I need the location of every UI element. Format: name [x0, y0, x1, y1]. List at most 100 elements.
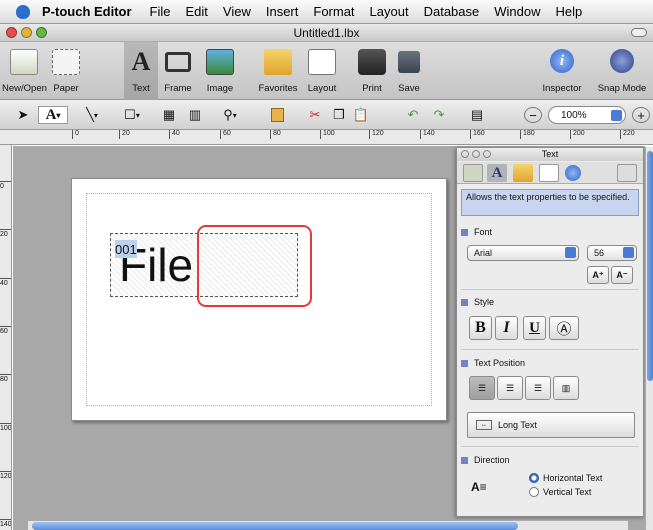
- tab-info-icon[interactable]: [565, 165, 581, 181]
- menu-format[interactable]: Format: [313, 4, 354, 19]
- tab-text-icon[interactable]: A: [487, 164, 507, 182]
- minimize-window-icon[interactable]: [21, 27, 32, 38]
- apple-logo-icon[interactable]: [16, 4, 30, 19]
- justify-button[interactable]: ▥: [553, 376, 579, 400]
- print-button[interactable]: Print: [355, 42, 389, 100]
- main-toolbar: New/Open Paper A Text Frame Image Favori…: [0, 42, 653, 100]
- close-panel-icon[interactable]: [461, 150, 469, 158]
- zoom-panel-icon[interactable]: [483, 150, 491, 158]
- increase-font-size-button[interactable]: A⁺: [587, 266, 609, 284]
- copy-button[interactable]: ❐: [330, 106, 348, 124]
- toolbar-toggle-icon[interactable]: [631, 28, 647, 37]
- menu-layout[interactable]: Layout: [370, 4, 409, 19]
- paste-button[interactable]: 📋: [352, 106, 370, 124]
- image-button[interactable]: Image: [200, 42, 240, 100]
- menu-app-name[interactable]: P-touch Editor: [42, 4, 132, 19]
- menu-database[interactable]: Database: [424, 4, 480, 19]
- zoom-select[interactable]: 100%: [548, 106, 626, 124]
- align-left-icon: ☰: [477, 382, 487, 393]
- bold-button[interactable]: B: [469, 316, 492, 340]
- arrow-cursor-icon: ➤: [17, 107, 29, 122]
- cut-button[interactable]: ✂: [306, 106, 324, 124]
- snap-mode-button[interactable]: Snap Mode: [592, 42, 652, 100]
- underline-button[interactable]: U: [523, 316, 546, 340]
- redo-button[interactable]: ↷: [430, 106, 448, 124]
- menu-view[interactable]: View: [223, 4, 251, 19]
- scroll-thumb[interactable]: [32, 522, 518, 530]
- tab-favorites-icon[interactable]: [513, 164, 533, 182]
- panel-title: Text: [541, 149, 559, 159]
- text-label: Text: [132, 83, 150, 94]
- tab-paper-icon[interactable]: [463, 164, 483, 182]
- image-icon: [206, 49, 234, 75]
- menu-insert[interactable]: Insert: [266, 4, 299, 19]
- horizontal-text-radio[interactable]: Horizontal Text: [529, 473, 602, 483]
- italic-button[interactable]: I: [495, 316, 518, 340]
- vertical-text-label: Vertical Text: [543, 487, 592, 497]
- align-right-button[interactable]: ☰: [525, 376, 551, 400]
- magnifier-icon: ⚲: [223, 107, 233, 122]
- barcode-tool[interactable]: ▥: [186, 106, 204, 124]
- menu-window[interactable]: Window: [494, 4, 540, 19]
- text-button[interactable]: A Text: [124, 42, 158, 100]
- shape-tool-dropdown[interactable]: ☐ ▾: [116, 106, 148, 124]
- text-effects-dropdown[interactable]: Ⓐ: [549, 316, 579, 340]
- font-size-value: 56: [594, 248, 605, 258]
- vertical-text-radio[interactable]: Vertical Text: [529, 487, 591, 497]
- save-button[interactable]: Save: [392, 42, 426, 100]
- layout-button[interactable]: Layout: [302, 42, 342, 100]
- tab-layout-icon[interactable]: [539, 164, 559, 182]
- minimize-panel-icon[interactable]: [472, 150, 480, 158]
- menu-file[interactable]: File: [150, 4, 171, 19]
- decrease-font-size-button[interactable]: A⁻: [611, 266, 633, 284]
- style-section-header: Style: [461, 297, 494, 307]
- undo-button[interactable]: ↶: [404, 106, 422, 124]
- zoom-in-button[interactable]: +: [632, 107, 650, 123]
- tab-table-icon[interactable]: [617, 164, 637, 182]
- ruler-tick: 120: [369, 130, 384, 139]
- long-text-button[interactable]: ↔ Long Text: [467, 412, 635, 438]
- ruler-tick: 20: [0, 229, 11, 238]
- align-left-button[interactable]: ☰: [469, 376, 495, 400]
- panel-tabs: A: [457, 162, 643, 184]
- zoom-out-button[interactable]: −: [524, 107, 542, 123]
- table-tool[interactable]: ▦: [160, 106, 178, 124]
- new-open-button[interactable]: New/Open: [2, 42, 47, 100]
- paper-button[interactable]: Paper: [48, 42, 84, 100]
- menu-help[interactable]: Help: [556, 4, 583, 19]
- line-tool-dropdown[interactable]: ╲ ▾: [74, 106, 110, 124]
- horizontal-scrollbar[interactable]: [28, 520, 628, 530]
- section-bullet-icon: [461, 359, 468, 367]
- print-preview-button[interactable]: ▤: [468, 106, 486, 124]
- vertical-scrollbar[interactable]: [645, 147, 653, 530]
- ruler-tick: 180: [520, 130, 535, 139]
- paper-label: Paper: [53, 83, 79, 94]
- select-arrow-tool[interactable]: ➤: [14, 106, 32, 124]
- text-position-section-header: Text Position: [461, 358, 525, 368]
- ruler-tick: 100: [0, 423, 12, 432]
- favorites-button[interactable]: Favorites: [255, 42, 301, 100]
- frame-button[interactable]: Frame: [160, 42, 196, 100]
- image-label: Image: [206, 83, 234, 94]
- text-direction-icon: A≡: [471, 480, 487, 494]
- clip-art-tool[interactable]: [268, 106, 286, 124]
- frame-label: Frame: [164, 83, 192, 94]
- chevron-down-icon: ▾: [56, 110, 61, 120]
- menu-edit[interactable]: Edit: [186, 4, 208, 19]
- save-label: Save: [398, 83, 420, 94]
- zoom-window-icon[interactable]: [36, 27, 47, 38]
- scroll-thumb[interactable]: [647, 151, 653, 381]
- save-disk-icon: [398, 51, 420, 73]
- close-window-icon[interactable]: [6, 27, 17, 38]
- text-tool-dropdown[interactable]: A ▾: [38, 106, 68, 124]
- inspector-button[interactable]: i Inspector: [538, 42, 586, 100]
- ruler-tick: 60: [0, 326, 11, 335]
- chevron-down-icon: ▾: [93, 110, 98, 120]
- zoom-tool-dropdown[interactable]: ⚲ ▾: [212, 106, 248, 124]
- align-center-button[interactable]: ☰: [497, 376, 523, 400]
- font-size-combo[interactable]: 56: [587, 245, 637, 261]
- text-object-selected-number[interactable]: 001: [115, 240, 137, 258]
- font-family-select[interactable]: Arial: [467, 245, 579, 261]
- layout-icon: [308, 49, 336, 75]
- font-grow-icon: A⁺: [592, 269, 604, 280]
